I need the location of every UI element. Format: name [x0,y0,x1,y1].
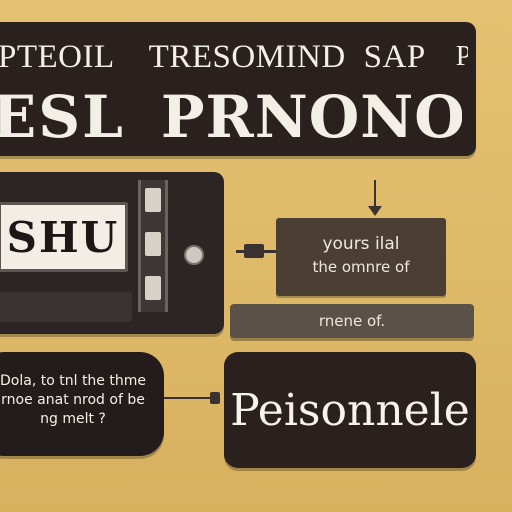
title-banner: PTEOIL TRESOMIND SAP PONE ESL PRNONON [0,22,476,156]
name-box: Peisonnele [224,352,476,468]
note-box: yours ilal the omnre of [276,218,446,296]
rail-segment [145,276,161,300]
speech-bubble: Dola, to tnl the thme rnoe anat nrod of … [0,352,164,456]
rail-segment [145,188,161,212]
note-line: yours ilal [322,234,400,254]
banner-word: SAP [363,38,426,75]
banner-word: TRESOMIND [148,38,346,75]
arrow-down-icon [368,206,382,216]
banner-row-1: PTEOIL TRESOMIND SAP PONE [0,32,468,82]
banner-word: PTEOIL [0,38,115,75]
plug-icon [210,392,220,404]
note-line: the omnre of [312,258,410,276]
banner-word: PONE [455,41,468,72]
rail-segment [145,232,161,256]
banner-row-2: ESL PRNONON [0,82,462,152]
poster-canvas: PTEOIL TRESOMIND SAP PONE ESL PRNONON SH… [0,0,512,512]
knob-icon [184,245,204,265]
banner-word-large: PRNONON [160,83,462,151]
device-illustration: SHU [0,172,224,334]
device-rail [138,180,168,312]
device-screen: SHU [0,202,128,272]
bubble-text: Dola, to tnl the thme rnoe anat nrod of … [0,373,146,427]
banner-word-large: ESL [0,83,125,151]
plug-icon [244,244,264,258]
tray-label: rnene of. [230,304,474,338]
device-base [0,292,132,322]
